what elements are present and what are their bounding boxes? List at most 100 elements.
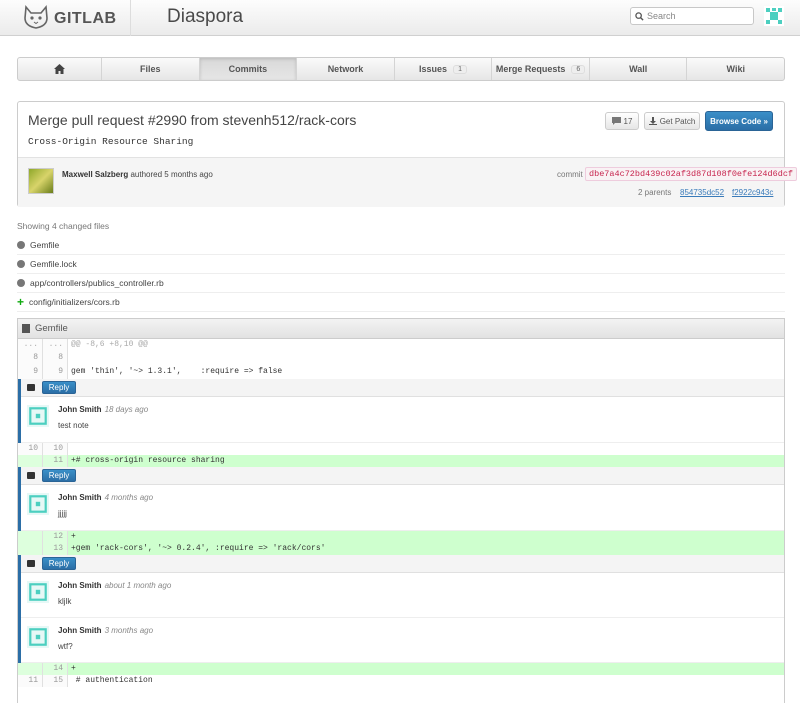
- comments-button[interactable]: 17: [605, 112, 639, 130]
- tab-files-label: Files: [140, 64, 161, 74]
- merge-requests-count-badge: 6: [571, 64, 586, 74]
- file-list-item[interactable]: Gemfile.lock: [17, 255, 785, 274]
- diff-file-name[interactable]: Gemfile: [35, 323, 68, 334]
- tab-issues[interactable]: Issues 1: [395, 58, 493, 80]
- old-line-number[interactable]: 11: [18, 675, 43, 687]
- tab-home[interactable]: [18, 58, 102, 80]
- new-line-number[interactable]: 15: [43, 675, 68, 687]
- line-code: +: [68, 531, 784, 543]
- browse-code-button[interactable]: Browse Code »: [705, 111, 773, 131]
- note-author[interactable]: John Smith: [58, 405, 102, 414]
- comment-icon: [611, 117, 621, 125]
- tab-wall[interactable]: Wall: [590, 58, 688, 80]
- reply-button[interactable]: Reply: [42, 381, 76, 394]
- old-line-number[interactable]: [18, 531, 43, 543]
- tab-wall-label: Wall: [629, 64, 648, 74]
- new-line-number[interactable]: 14: [43, 663, 68, 675]
- header-divider: [130, 0, 131, 36]
- commit-title: Merge pull request #2990 from stevenh512…: [28, 112, 357, 128]
- reply-bar: Reply: [21, 467, 784, 485]
- old-line-number[interactable]: [18, 455, 43, 467]
- parent-link[interactable]: 854735dc52: [680, 188, 724, 197]
- commit-description: Cross-Origin Resource Sharing: [28, 136, 194, 147]
- comment-icon: [27, 472, 35, 479]
- comments-count: 17: [623, 116, 633, 126]
- search-input[interactable]: [647, 11, 747, 21]
- note-body: wtf?: [58, 642, 73, 651]
- old-line-number[interactable]: 9: [18, 364, 43, 379]
- search-box[interactable]: [630, 7, 754, 25]
- new-line-number[interactable]: 9: [43, 364, 68, 379]
- parents-label: 2 parents: [638, 188, 672, 197]
- old-line-number[interactable]: [18, 663, 43, 675]
- tab-commits[interactable]: Commits: [199, 58, 298, 80]
- diff-line-added: 11 +# cross-origin resource sharing: [18, 455, 784, 467]
- search-icon: [635, 11, 644, 21]
- tab-commits-label: Commits: [228, 64, 268, 74]
- tab-merge-requests[interactable]: Merge Requests 6: [492, 58, 590, 80]
- old-line-number[interactable]: 10: [18, 443, 43, 455]
- file-name[interactable]: Gemfile: [30, 240, 59, 250]
- note-author-line: John Smith 4 months ago: [58, 493, 153, 502]
- file-list-item[interactable]: app/controllers/publics_controller.rb: [17, 274, 785, 293]
- get-patch-label: Get Patch: [659, 116, 696, 126]
- gitlab-logo-icon[interactable]: [22, 4, 50, 30]
- avatar[interactable]: [27, 626, 49, 648]
- line-code: +# cross-origin resource sharing: [68, 455, 784, 467]
- file-name[interactable]: config/initializers/cors.rb: [29, 297, 120, 307]
- note-author[interactable]: John Smith: [58, 581, 102, 590]
- line-code: +gem 'rack-cors', '~> 0.2.4', :require =…: [68, 543, 784, 555]
- line-code: # authentication: [71, 676, 153, 685]
- brand-name[interactable]: GITLAB: [54, 10, 117, 28]
- file-diff: Gemfile ... ... @@ -8,6 +8,10 @@ 8 8 9 9…: [17, 318, 785, 703]
- file-name[interactable]: Gemfile.lock: [30, 259, 77, 269]
- tab-network[interactable]: Network: [297, 58, 395, 80]
- commit-box: Merge pull request #2990 from stevenh512…: [17, 101, 798, 207]
- new-line-number: ...: [43, 339, 68, 352]
- note: John Smith about 1 month ago kljlk: [21, 573, 784, 618]
- file-name[interactable]: app/controllers/publics_controller.rb: [30, 278, 164, 288]
- new-line-number[interactable]: 11: [43, 455, 68, 467]
- parent-link[interactable]: f2922c943c: [732, 188, 773, 197]
- file-list-item[interactable]: Gemfile: [17, 236, 785, 255]
- issues-count-badge: 1: [453, 64, 467, 74]
- note-time: 18 days ago: [104, 405, 149, 414]
- new-line-number[interactable]: 8: [43, 352, 68, 364]
- old-line-number: ...: [18, 339, 43, 352]
- author-line: Maxwell Salzberg authored 5 months ago: [62, 170, 213, 179]
- project-title[interactable]: Diaspora: [167, 6, 243, 28]
- user-avatar[interactable]: [764, 6, 784, 26]
- note-author[interactable]: John Smith: [58, 493, 102, 502]
- note-author-line: John Smith about 1 month ago: [58, 581, 171, 590]
- added-icon: +: [17, 295, 25, 309]
- old-line-number[interactable]: [18, 543, 43, 555]
- note: John Smith 3 months ago wtf?: [21, 618, 784, 663]
- tab-files[interactable]: Files: [102, 58, 200, 80]
- commit-label: commit: [557, 170, 583, 179]
- diff-line-added: 12 +: [18, 531, 784, 543]
- new-line-number[interactable]: 13: [43, 543, 68, 555]
- reply-bar: Reply: [21, 379, 784, 397]
- new-line-number[interactable]: 12: [43, 531, 68, 543]
- note-author-line: John Smith 3 months ago: [58, 626, 153, 635]
- reply-button[interactable]: Reply: [42, 469, 76, 482]
- line-notes: Reply John Smith 4 months ago jjjjj: [18, 467, 784, 531]
- get-patch-button[interactable]: Get Patch: [644, 112, 700, 130]
- reply-button[interactable]: Reply: [42, 557, 76, 570]
- author-name[interactable]: Maxwell Salzberg: [62, 170, 128, 179]
- tab-wiki-label: Wiki: [726, 64, 745, 74]
- avatar[interactable]: [27, 493, 49, 515]
- note: John Smith 4 months ago jjjjj: [21, 485, 784, 531]
- note-author[interactable]: John Smith: [58, 626, 102, 635]
- modified-icon: [17, 241, 25, 249]
- diff-line-added: 14 +: [18, 663, 784, 675]
- author-avatar[interactable]: [28, 168, 54, 194]
- new-line-number[interactable]: 10: [43, 443, 68, 455]
- old-line-number[interactable]: 8: [18, 352, 43, 364]
- avatar[interactable]: [27, 581, 49, 603]
- avatar[interactable]: [27, 405, 49, 427]
- changed-file-list: Gemfile Gemfile.lock app/controllers/pub…: [17, 236, 785, 312]
- tab-wiki[interactable]: Wiki: [687, 58, 784, 80]
- modified-icon: [17, 260, 25, 268]
- file-list-item[interactable]: + config/initializers/cors.rb: [17, 293, 785, 312]
